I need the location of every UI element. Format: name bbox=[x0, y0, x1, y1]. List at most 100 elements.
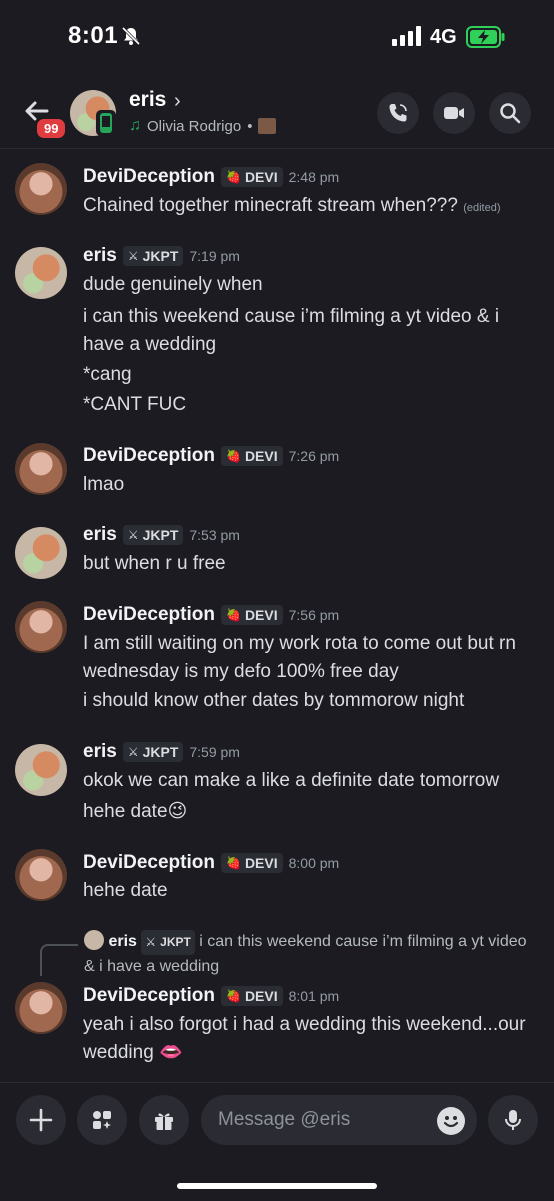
clan-tag: ⚔ JKPT bbox=[141, 930, 195, 955]
clan-tag-label: JKPT bbox=[142, 527, 179, 543]
reply-preview[interactable]: eris ⚔ JKPT i can this weekend cause i’m … bbox=[84, 930, 534, 978]
video-camera-icon bbox=[444, 107, 464, 119]
message-username[interactable]: eris bbox=[83, 524, 117, 546]
avatar[interactable] bbox=[15, 744, 67, 796]
clan-tag[interactable]: 🍓 DEVI bbox=[220, 605, 283, 625]
message-text[interactable]: *cang bbox=[83, 361, 533, 389]
avatar[interactable] bbox=[15, 601, 67, 653]
video-call-button[interactable] bbox=[433, 92, 475, 134]
message-timestamp: 7:59 pm bbox=[189, 744, 240, 760]
reply-username: eris bbox=[108, 933, 137, 950]
message-text[interactable]: okok we can make a like a definite date … bbox=[83, 767, 533, 795]
signal-icon bbox=[392, 26, 421, 46]
message-timestamp: 8:01 pm bbox=[288, 988, 340, 1004]
message-username[interactable]: DeviDeception bbox=[83, 445, 215, 467]
message-line: Chained together minecraft stream when??… bbox=[83, 195, 458, 216]
strawberry-icon: 🍓 bbox=[225, 989, 241, 1003]
activity-thumbnail bbox=[258, 118, 277, 134]
chevron-right-icon[interactable]: › bbox=[174, 90, 181, 113]
message-username[interactable]: DeviDeception bbox=[83, 604, 215, 626]
activity-separator: • bbox=[247, 117, 253, 135]
message-input[interactable]: Message @eris bbox=[201, 1095, 477, 1145]
header-username[interactable]: eris bbox=[129, 88, 166, 112]
avatar[interactable] bbox=[15, 247, 67, 299]
message-text[interactable]: yeah i also forgot i had a wedding this … bbox=[83, 1011, 533, 1067]
clan-tag-label: DEVI bbox=[244, 169, 278, 185]
message-timestamp: 7:56 pm bbox=[288, 607, 340, 623]
message-text[interactable]: i should know other dates by tommorow ni… bbox=[83, 687, 533, 715]
message-text[interactable]: Chained together minecraft stream when??… bbox=[83, 192, 533, 222]
avatar[interactable] bbox=[15, 163, 67, 215]
search-icon bbox=[500, 103, 521, 124]
status-bar: 8:01 4G bbox=[0, 0, 554, 80]
message-text[interactable]: I am still waiting on my work rota to co… bbox=[83, 630, 533, 686]
add-attachment-button[interactable] bbox=[16, 1095, 66, 1145]
message-username[interactable]: DeviDeception bbox=[83, 852, 215, 874]
clan-tag[interactable]: 🍓 DEVI bbox=[220, 446, 283, 466]
gift-icon bbox=[155, 1113, 173, 1130]
sword-icon: ⚔ bbox=[127, 745, 139, 759]
unread-badge: 99 bbox=[34, 116, 69, 141]
apps-icon bbox=[93, 1111, 111, 1129]
music-note-icon: ♫ bbox=[129, 117, 141, 134]
avatar[interactable] bbox=[15, 849, 67, 901]
voice-message-button[interactable] bbox=[488, 1095, 538, 1145]
gift-button[interactable] bbox=[139, 1095, 189, 1145]
edited-label: (edited) bbox=[463, 202, 501, 214]
message-timestamp: 7:53 pm bbox=[189, 527, 240, 543]
clan-tag-label: DEVI bbox=[244, 988, 278, 1004]
message-timestamp: 8:00 pm bbox=[288, 855, 340, 871]
avatar[interactable] bbox=[15, 443, 67, 495]
activity-text: Olivia Rodrigo bbox=[147, 117, 242, 135]
strawberry-icon: 🍓 bbox=[225, 856, 241, 870]
strawberry-icon: 🍓 bbox=[225, 449, 241, 463]
call-button[interactable] bbox=[377, 92, 419, 134]
strawberry-icon: 🍓 bbox=[225, 170, 241, 184]
message-username[interactable]: DeviDeception bbox=[83, 985, 215, 1007]
message-text[interactable]: lmao bbox=[83, 471, 533, 499]
status-time: 8:01 bbox=[68, 22, 119, 49]
message-username[interactable]: eris bbox=[83, 741, 117, 763]
search-button[interactable] bbox=[489, 92, 531, 134]
microphone-icon bbox=[505, 1110, 521, 1130]
clan-tag[interactable]: 🍓 DEVI bbox=[220, 167, 283, 187]
channel-header: 99 eris › ♫ Olivia Rodrigo • bbox=[0, 80, 554, 149]
clan-tag[interactable]: 🍓 DEVI bbox=[220, 853, 283, 873]
clan-tag-label: DEVI bbox=[244, 855, 278, 871]
clan-tag-label: JKPT bbox=[160, 935, 191, 949]
clan-tag-label: DEVI bbox=[244, 607, 278, 623]
plus-icon bbox=[29, 1108, 53, 1132]
clan-tag-label: DEVI bbox=[244, 448, 278, 464]
battery-charging-icon bbox=[466, 26, 505, 48]
sword-icon: ⚔ bbox=[127, 249, 139, 263]
mobile-status-icon bbox=[96, 110, 116, 136]
clan-tag-label: JKPT bbox=[142, 744, 179, 760]
apps-button[interactable] bbox=[77, 1095, 127, 1145]
home-indicator bbox=[177, 1183, 377, 1189]
clan-tag[interactable]: ⚔ JKPT bbox=[122, 525, 184, 545]
avatar[interactable] bbox=[15, 982, 67, 1034]
message-text[interactable]: hehe date😉 bbox=[83, 798, 533, 826]
reply-connector bbox=[40, 944, 78, 976]
message-text[interactable]: i can this weekend cause i’m filming a y… bbox=[83, 303, 533, 359]
message-username[interactable]: DeviDeception bbox=[83, 166, 215, 188]
message-timestamp: 7:26 pm bbox=[288, 448, 340, 464]
message-text[interactable]: hehe date bbox=[83, 877, 533, 905]
clan-tag-label: JKPT bbox=[142, 248, 179, 264]
message-username[interactable]: eris bbox=[83, 245, 117, 267]
message-text[interactable]: but when r u free bbox=[83, 550, 533, 578]
message-text[interactable]: dude genuinely when bbox=[83, 271, 533, 299]
clan-tag[interactable]: ⚔ JKPT bbox=[122, 742, 184, 762]
emoji-icon[interactable] bbox=[437, 1107, 465, 1135]
avatar bbox=[84, 930, 104, 950]
sword-icon: ⚔ bbox=[127, 528, 139, 542]
message-timestamp: 7:19 pm bbox=[189, 248, 240, 264]
clan-tag[interactable]: ⚔ JKPT bbox=[122, 246, 184, 266]
activity-status: ♫ Olivia Rodrigo • bbox=[129, 117, 277, 135]
clan-tag[interactable]: 🍓 DEVI bbox=[220, 986, 283, 1006]
avatar[interactable] bbox=[15, 527, 67, 579]
phone-icon bbox=[389, 104, 407, 122]
message-input-placeholder: Message @eris bbox=[218, 1109, 351, 1130]
message-text[interactable]: *CANT FUC bbox=[83, 391, 533, 419]
sword-icon: ⚔ bbox=[145, 935, 157, 949]
